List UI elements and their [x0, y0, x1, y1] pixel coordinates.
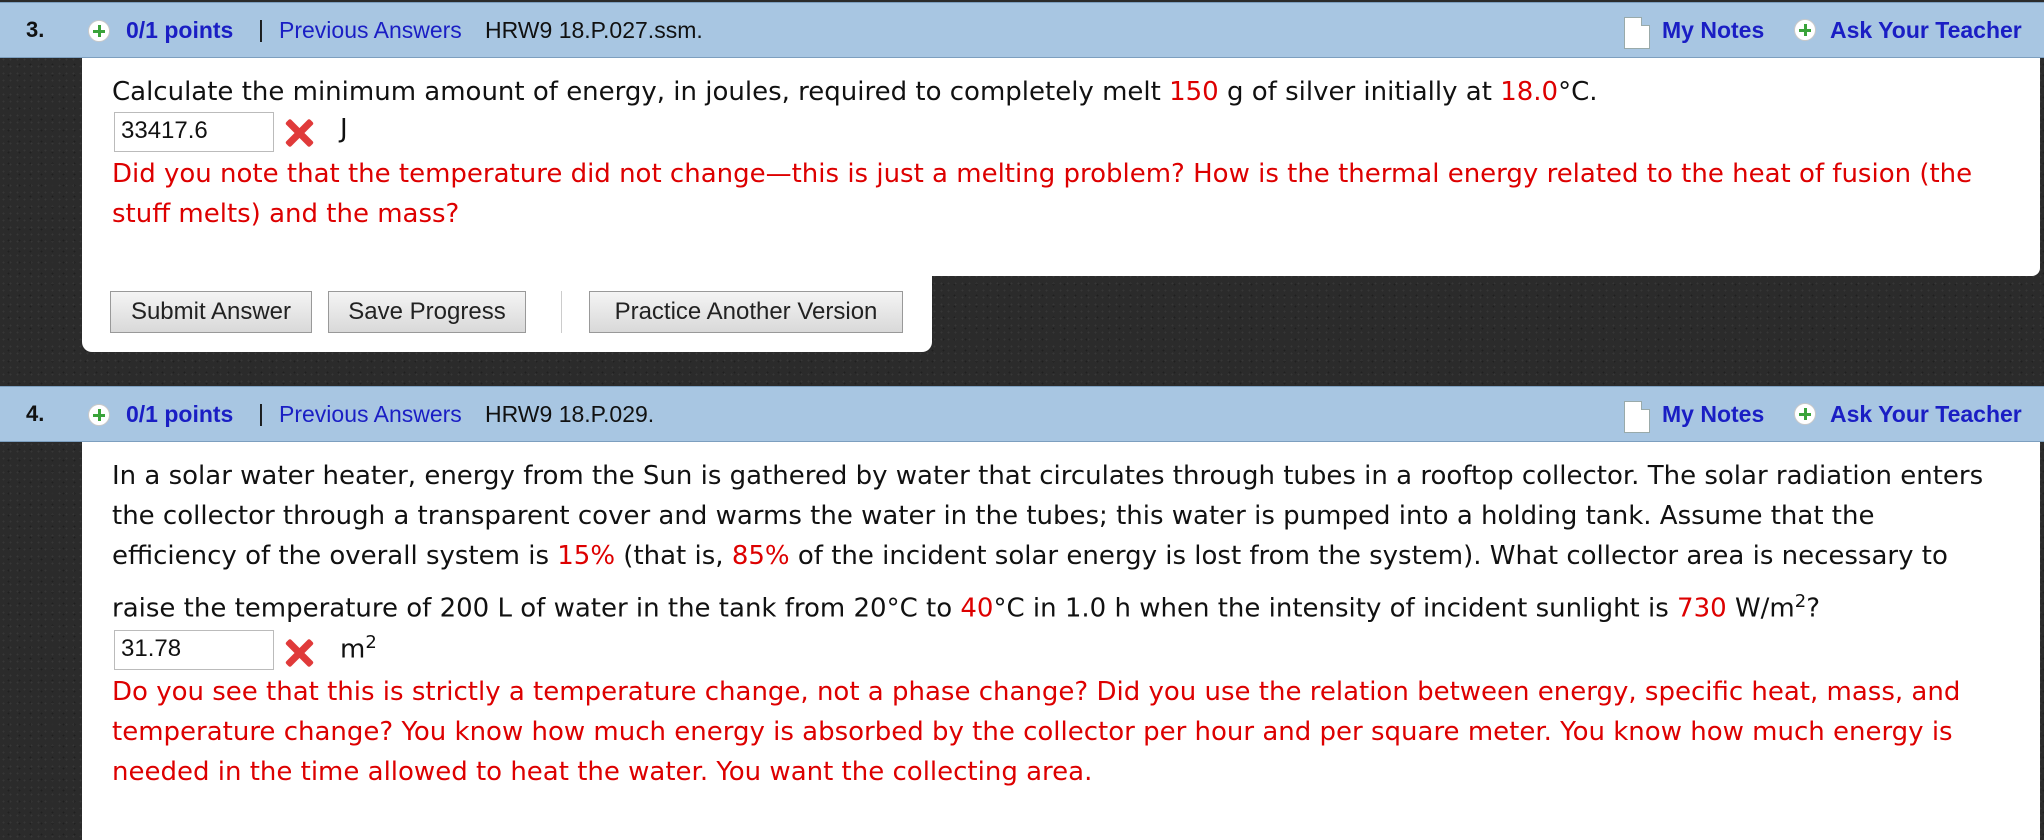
- answer-input[interactable]: 31.78: [114, 630, 274, 670]
- question-text-part: ?: [1806, 593, 1821, 624]
- notes-icon[interactable]: [1624, 401, 1650, 433]
- question-3-header: 3. 0/1 points | Previous Answers HRW9 18…: [0, 2, 2044, 58]
- question-4-header: 4. 0/1 points | Previous Answers HRW9 18…: [0, 386, 2044, 442]
- button-divider: [561, 291, 562, 333]
- question-text-part: efficiency of the overall system is: [112, 541, 558, 571]
- incorrect-x-icon: [284, 118, 314, 148]
- question-code: HRW9 18.P.027.ssm.: [485, 17, 703, 43]
- loss-value: 85%: [731, 541, 790, 571]
- question-line: efficiency of the overall system is 15% …: [112, 536, 1948, 576]
- my-notes-link[interactable]: My Notes: [1662, 401, 1764, 428]
- temperature-value: 18.0: [1500, 77, 1559, 107]
- question-code: HRW9 18.P.029.: [485, 401, 655, 427]
- submit-answer-button[interactable]: Submit Answer: [110, 291, 312, 333]
- answer-unit: J: [340, 114, 348, 144]
- unit-superscript: 2: [365, 632, 377, 653]
- question-number: 3.: [26, 17, 45, 42]
- question-text-part: °C.: [1558, 77, 1598, 107]
- previous-answers-link[interactable]: Previous Answers: [279, 401, 462, 428]
- feedback-line: Do you see that this is strictly a tempe…: [112, 677, 1961, 707]
- question-text-part: Calculate the minimum amount of energy, …: [112, 77, 1170, 107]
- separator: |: [258, 16, 264, 42]
- previous-answers-link[interactable]: Previous Answers: [279, 17, 462, 44]
- question-3-text: Calculate the minimum amount of energy, …: [112, 72, 1598, 112]
- question-text-part: °C in 1.0 h when the intensity of incide…: [993, 593, 1678, 624]
- question-text-part: (that is,: [615, 541, 732, 571]
- expand-plus-icon[interactable]: [88, 20, 110, 42]
- answer-input[interactable]: 33417.6: [114, 112, 274, 152]
- question-line: raise the temperature of 200 L of water …: [112, 582, 1820, 629]
- my-notes-link[interactable]: My Notes: [1662, 17, 1764, 44]
- feedback-line: stuff melts) and the mass?: [112, 199, 460, 229]
- question-text-part: g of silver initially at: [1218, 77, 1501, 107]
- points-link[interactable]: 0/1 points: [126, 401, 233, 428]
- question-text-part: of the incident solar energy is lost fro…: [789, 541, 1948, 571]
- mass-value: 150: [1169, 77, 1219, 107]
- notes-icon[interactable]: [1624, 17, 1650, 49]
- efficiency-value: 15%: [557, 541, 616, 571]
- practice-another-version-button[interactable]: Practice Another Version: [589, 291, 903, 333]
- ask-your-teacher-link[interactable]: Ask Your Teacher: [1830, 401, 2022, 428]
- intensity-value: 730: [1677, 593, 1727, 624]
- question-line: In a solar water heater, energy from the…: [112, 461, 1984, 491]
- save-progress-button[interactable]: Save Progress: [328, 291, 526, 333]
- feedback-line: Did you note that the temperature did no…: [112, 159, 1973, 189]
- expand-plus-icon[interactable]: [88, 404, 110, 426]
- question-number: 4.: [26, 401, 45, 426]
- unit-text: m: [340, 634, 366, 665]
- points-link[interactable]: 0/1 points: [126, 17, 233, 44]
- final-temperature-value: 40: [960, 593, 994, 624]
- separator: |: [258, 400, 264, 426]
- incorrect-x-icon: [284, 638, 314, 668]
- feedback-line: temperature change? You know how much en…: [112, 717, 1953, 747]
- question-text-part: raise the temperature of 200 L of water …: [112, 593, 961, 624]
- superscript: 2: [1794, 591, 1807, 612]
- ask-teacher-plus-icon[interactable]: [1794, 19, 1816, 41]
- question-text-part: W/m: [1726, 593, 1795, 624]
- question-line: the collector through a transparent cove…: [112, 501, 1875, 531]
- ask-your-teacher-link[interactable]: Ask Your Teacher: [1830, 17, 2022, 44]
- answer-unit: m2: [340, 632, 377, 665]
- feedback-line: needed in the time allowed to heat the w…: [112, 757, 1093, 787]
- ask-teacher-plus-icon[interactable]: [1794, 403, 1816, 425]
